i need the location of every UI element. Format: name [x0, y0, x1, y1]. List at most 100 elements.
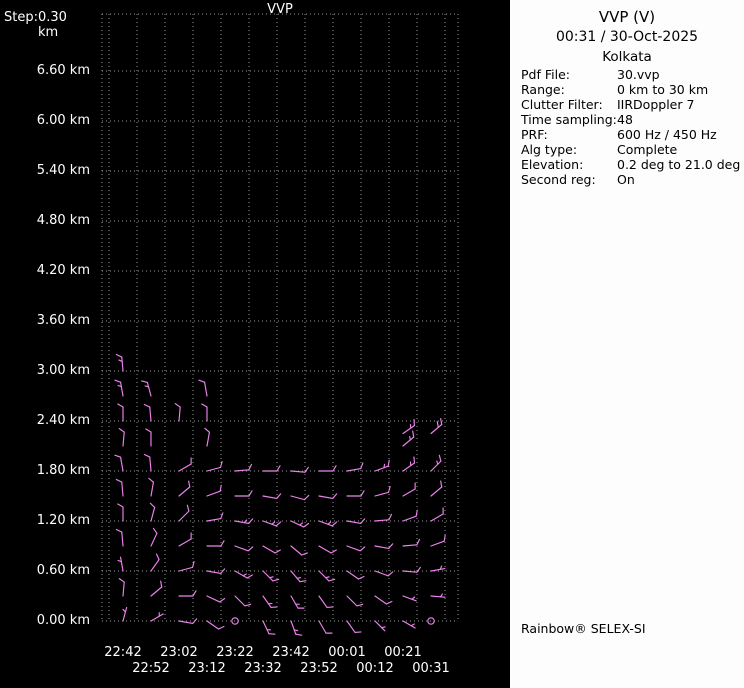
wind-barb — [234, 518, 254, 525]
wind-barb — [204, 427, 211, 447]
wind-barb — [346, 545, 366, 552]
y-axis-label: 0.60 km — [36, 563, 90, 578]
field-label: Time sampling: — [521, 112, 617, 127]
wind-barb — [262, 545, 281, 554]
plot-title: VVP — [267, 2, 293, 17]
info-field-row: Clutter Filter: IIRDoppler 7 — [510, 97, 744, 112]
field-value: 0 km to 30 km — [617, 82, 709, 97]
wind-barb — [117, 503, 124, 522]
y-axis-label: 4.80 km — [36, 213, 90, 228]
panel-site: Kolkata — [602, 49, 652, 65]
wind-barb — [114, 379, 124, 397]
wind-barb — [374, 570, 394, 577]
panel-title: VVP (V) — [598, 8, 656, 26]
field-label: Elevation: — [521, 157, 584, 172]
wind-barb — [430, 534, 446, 547]
x-axis-label: 23:12 — [188, 661, 226, 676]
x-axis-label: 23:52 — [300, 661, 338, 676]
wind-barb — [206, 620, 225, 630]
wind-barb — [374, 543, 394, 550]
info-field-row: Second reg: On — [510, 172, 744, 187]
field-value: 30.vvp — [617, 67, 660, 82]
x-axis-label: 23:32 — [244, 661, 282, 676]
step-indicator: Step: 0.30 km — [4, 10, 90, 40]
step-label: Step: — [4, 10, 38, 25]
wind-barb — [290, 570, 307, 583]
wind-barb — [206, 512, 224, 522]
wind-barb — [117, 403, 124, 422]
wind-barb — [374, 513, 393, 522]
wind-barb — [318, 620, 333, 634]
x-axis-label: 00:01 — [328, 645, 366, 660]
wind-barb — [318, 493, 338, 500]
wind-barb — [143, 403, 152, 422]
wind-barb — [402, 566, 421, 573]
info-field-row: Pdf File: 30.vvp — [510, 67, 744, 82]
wind-barb — [430, 565, 446, 572]
wind-barb — [150, 527, 158, 547]
wind-barb — [234, 595, 252, 607]
wind-barb — [206, 595, 226, 603]
wind-barb — [346, 620, 362, 634]
wind-barb — [430, 593, 446, 598]
wind-barb — [262, 620, 276, 635]
info-field-row: PRF: 600 Hz / 450 Hz — [510, 127, 744, 142]
step-value: 0.30 km — [37, 10, 67, 40]
wind-barb — [141, 380, 152, 397]
chart-region: VVP Step: 0.30 km 6.60 km 6.00 km 5.40 km 4… — [0, 0, 510, 688]
wind-barb — [198, 379, 208, 397]
wind-barb — [234, 490, 253, 497]
y-axis-label: 3.00 km — [36, 363, 90, 378]
wind-barb — [150, 580, 163, 597]
y-axis-label: 3.60 km — [36, 313, 90, 328]
field-label: Clutter Filter: — [521, 97, 603, 112]
field-label: Second reg: — [521, 172, 596, 187]
wind-barb — [118, 428, 125, 447]
wind-barb — [150, 553, 160, 572]
wind-barb — [201, 403, 208, 422]
wind-barb — [402, 430, 415, 447]
wind-barb — [430, 418, 443, 435]
wind-barb — [178, 618, 198, 625]
wind-barb — [402, 620, 416, 629]
wind-barb — [346, 462, 364, 472]
wind-barb — [402, 456, 416, 472]
field-label: PRF: — [521, 127, 548, 142]
wind-barb — [290, 466, 309, 473]
x-axis-label: 22:52 — [132, 661, 170, 676]
info-field-row: Alg type: Complete — [510, 142, 744, 157]
wind-barb — [234, 570, 253, 579]
wind-barb — [206, 568, 226, 575]
vvp-product-window: VVP Step: 0.30 km 6.60 km 6.00 km 5.40 km 4… — [0, 0, 744, 688]
wind-barb — [148, 477, 155, 497]
wind-barb — [115, 528, 124, 547]
y-axis-label: 1.20 km — [36, 513, 90, 528]
field-value: 0.2 deg to 21.0 deg — [617, 157, 741, 172]
wind-barb — [318, 570, 336, 582]
field-value: 48 — [617, 112, 633, 127]
x-axis-label: 22:42 — [104, 645, 142, 660]
wind-barb — [290, 620, 303, 636]
wind-barb — [430, 480, 443, 497]
wind-barb — [150, 612, 164, 622]
wind-barb — [262, 493, 282, 500]
x-axis-label: 23:42 — [272, 645, 310, 660]
wind-barb — [206, 484, 222, 497]
wind-barb — [374, 595, 393, 605]
x-axis-label: 00:31 — [412, 661, 450, 676]
wind-barb — [115, 478, 124, 497]
wind-barb — [143, 453, 152, 472]
wind-barb — [145, 428, 152, 447]
y-axis-label: 4.20 km — [36, 263, 90, 278]
wind-profile-plot — [101, 13, 459, 636]
wind-barb — [262, 595, 278, 609]
wind-barb — [149, 502, 156, 522]
y-axis-label: 2.40 km — [36, 413, 90, 428]
wind-barb — [290, 494, 310, 501]
wind-barb — [178, 504, 190, 522]
wind-barb — [318, 595, 334, 609]
wind-barb — [430, 507, 444, 522]
field-label: Pdf File: — [521, 67, 570, 82]
wind-barb — [374, 486, 391, 497]
wind-barb — [178, 457, 192, 472]
